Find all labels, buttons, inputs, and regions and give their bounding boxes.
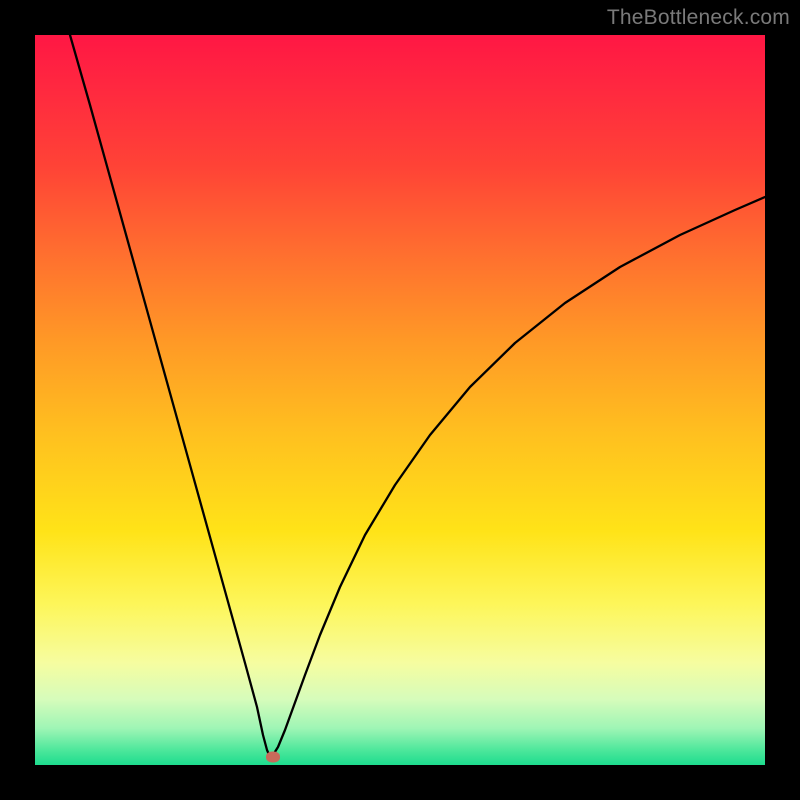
bottleneck-curve — [35, 35, 765, 765]
plot-area — [35, 35, 765, 765]
watermark-text: TheBottleneck.com — [607, 6, 790, 30]
optimal-point-marker — [266, 752, 280, 763]
curve-path — [70, 35, 765, 757]
chart-frame: TheBottleneck.com — [0, 0, 800, 800]
